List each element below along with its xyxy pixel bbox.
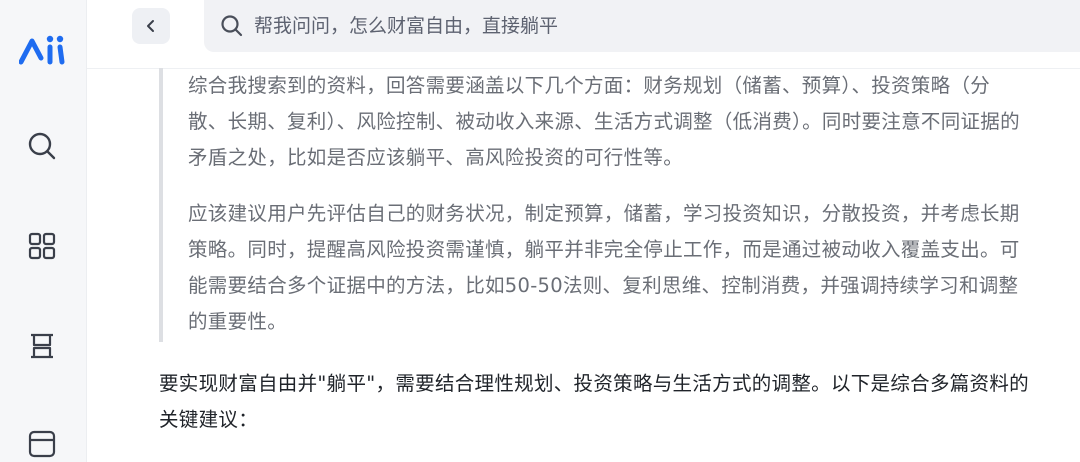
- thinking-paragraph-1: 综合我搜索到的资料，回答需要涵盖以下几个方面：财务规划（储蓄、预算）、投资策略（…: [188, 74, 1020, 169]
- search-icon: [221, 15, 243, 37]
- search-bar[interactable]: [204, 0, 1080, 52]
- thinking-quote: 综合我搜索到的资料，回答需要涵盖以下几个方面：财务规划（储蓄、预算）、投资策略（…: [159, 68, 1023, 342]
- search-input[interactable]: [254, 15, 1034, 37]
- grid-icon[interactable]: [26, 230, 58, 262]
- sidebar: [0, 0, 87, 462]
- answer-text: 要实现财富自由并"躺平"，需要结合理性规划、投资策略与生活方式的调整。以下是综合…: [159, 372, 1029, 431]
- app-logo[interactable]: [18, 32, 65, 68]
- search-icon[interactable]: [26, 130, 58, 162]
- top-bar: [87, 0, 1080, 69]
- chevron-left-icon: [147, 20, 154, 32]
- chat-content: 综合我搜索到的资料，回答需要涵盖以下几个方面：财务规划（储蓄、预算）、投资策略（…: [87, 68, 1080, 462]
- window-icon[interactable]: [26, 428, 58, 460]
- back-button[interactable]: [132, 8, 170, 44]
- layers-icon[interactable]: [26, 330, 58, 362]
- thinking-paragraph-2: 应该建议用户先评估自己的财务状况，制定预算，储蓄，学习投资知识，分散投资，并考虑…: [188, 202, 1020, 333]
